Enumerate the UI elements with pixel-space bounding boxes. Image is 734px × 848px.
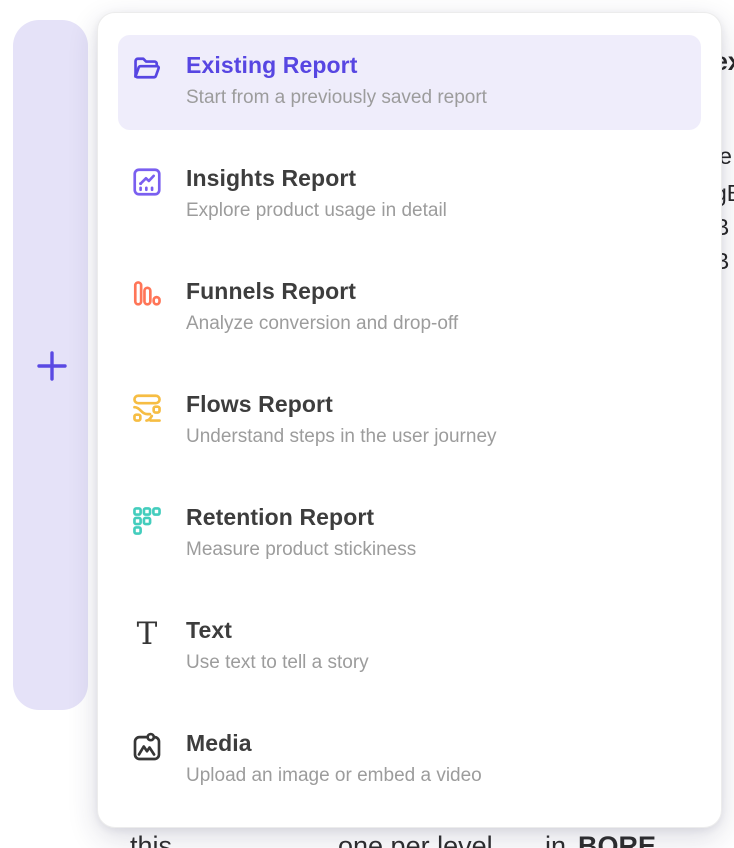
occluded-text-fragment: in: [545, 831, 566, 848]
menu-item-title: Flows Report: [186, 390, 497, 418]
occluded-text-fragment: this: [130, 831, 172, 848]
menu-item-media[interactable]: Media Upload an image or embed a video: [118, 713, 701, 808]
menu-item-text: Text Use text to tell a story: [186, 616, 369, 675]
menu-item-subtitle: Understand steps in the user journey: [186, 425, 497, 449]
occluded-bottom-text: this one per level in BORE: [0, 831, 734, 848]
menu-item-text: Flows Report Understand steps in the use…: [186, 390, 497, 449]
menu-item-title: Funnels Report: [186, 277, 458, 305]
menu-item-text: Funnels Report Analyze conversion and dr…: [186, 277, 458, 336]
occluded-text-fragment: BORE: [578, 831, 656, 848]
menu-item-title: Text: [186, 616, 369, 644]
menu-item-text: Media Upload an image or embed a video: [186, 729, 482, 788]
menu-item-title: Insights Report: [186, 164, 447, 192]
flows-icon: [130, 391, 164, 425]
menu-item-text-block[interactable]: T Text Use text to tell a story: [118, 600, 701, 695]
menu-item-text: Retention Report Measure product stickin…: [186, 503, 416, 562]
menu-item-text: Existing Report Start from a previously …: [186, 51, 487, 110]
menu-item-funnels-report[interactable]: Funnels Report Analyze conversion and dr…: [118, 261, 701, 356]
menu-item-insights-report[interactable]: Insights Report Explore product usage in…: [118, 148, 701, 243]
menu-item-flows-report[interactable]: Flows Report Understand steps in the use…: [118, 374, 701, 469]
retention-grid-icon: [130, 504, 164, 538]
menu-item-text: Insights Report Explore product usage in…: [186, 164, 447, 223]
menu-item-subtitle: Use text to tell a story: [186, 651, 369, 675]
media-icon: [130, 730, 164, 764]
add-button[interactable]: [32, 346, 72, 386]
menu-item-subtitle: Analyze conversion and drop-off: [186, 312, 458, 336]
menu-item-title: Media: [186, 729, 482, 757]
menu-item-subtitle: Upload an image or embed a video: [186, 764, 482, 788]
menu-item-subtitle: Explore product usage in detail: [186, 199, 447, 223]
menu-item-subtitle: Start from a previously saved report: [186, 86, 487, 110]
menu-item-existing-report[interactable]: Existing Report Start from a previously …: [118, 35, 701, 130]
funnel-bars-icon: [130, 278, 164, 312]
menu-item-retention-report[interactable]: Retention Report Measure product stickin…: [118, 487, 701, 582]
text-icon: T: [130, 617, 164, 651]
menu-item-title: Existing Report: [186, 51, 487, 79]
menu-item-title: Retention Report: [186, 503, 416, 531]
occluded-text-fragment: one per level: [338, 831, 493, 848]
plus-icon: [34, 348, 70, 384]
line-chart-icon: [130, 165, 164, 199]
add-report-menu: Existing Report Start from a previously …: [97, 12, 722, 828]
menu-item-subtitle: Measure product stickiness: [186, 538, 416, 562]
folder-open-icon: [130, 52, 164, 86]
